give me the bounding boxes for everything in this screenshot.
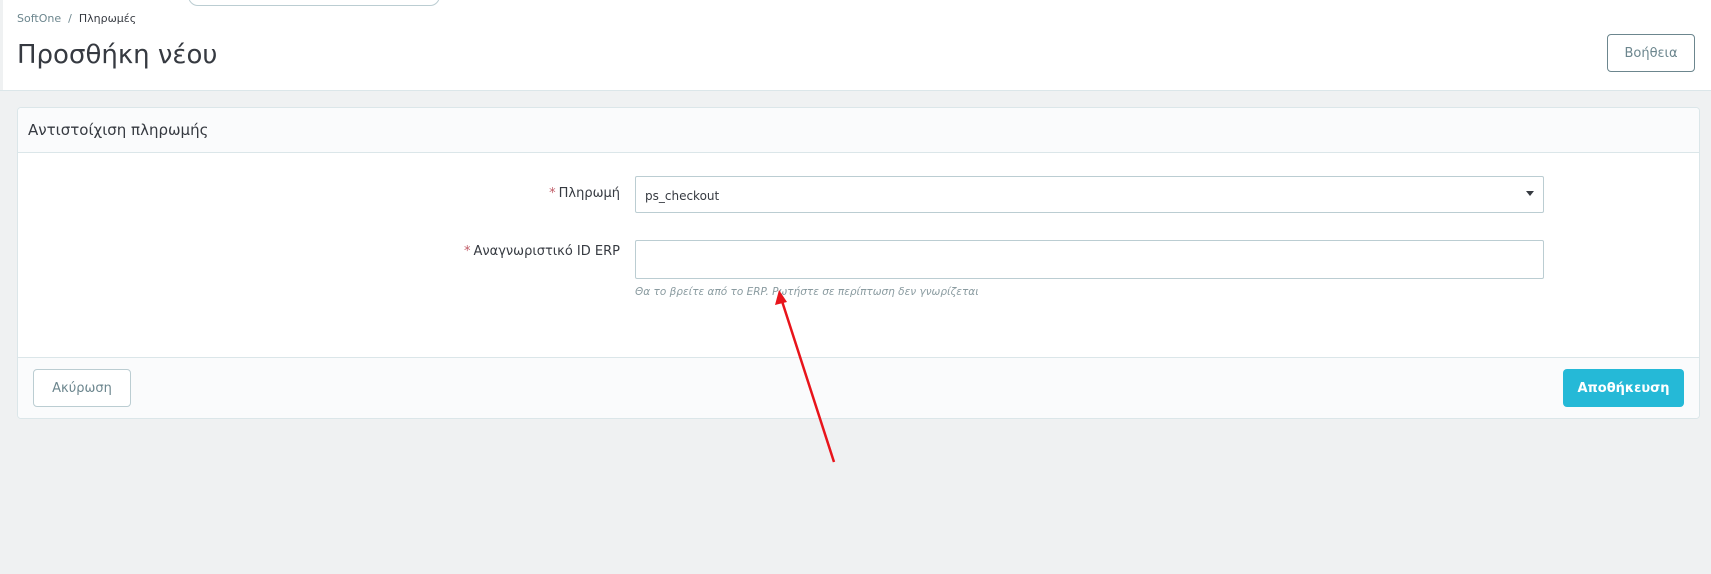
panel-footer: Ακύρωση Αποθήκευση: [18, 357, 1699, 418]
header-left-edge: [0, 0, 3, 90]
payment-mapping-panel: Αντιστοίχιση πληρωμής * Πληρωμή ps_checko…: [17, 107, 1700, 419]
page-header: SoftOne / Πληρωμές Προσθήκη νέου Βοήθεια: [0, 0, 1711, 91]
help-button[interactable]: Βοήθεια: [1607, 34, 1695, 72]
erp-id-input[interactable]: [635, 240, 1544, 279]
page-title: Προσθήκη νέου: [17, 40, 218, 70]
breadcrumb: SoftOne / Πληρωμές: [17, 12, 136, 25]
erp-id-hint: Θα το βρείτε από το ERP. Ρωτήστε σε περί…: [635, 286, 979, 298]
required-marker: *: [549, 186, 556, 201]
breadcrumb-current[interactable]: Πληρωμές: [79, 12, 136, 25]
caret-down-icon: [1526, 191, 1534, 196]
search-input[interactable]: [188, 0, 440, 6]
payment-select-value: ps_checkout: [645, 189, 720, 203]
breadcrumb-root[interactable]: SoftOne: [17, 12, 61, 25]
breadcrumb-separator: /: [68, 12, 72, 25]
panel-title: Αντιστοίχιση πληρωμής: [18, 108, 1699, 153]
erp-id-label: * Αναγνωριστικό ID ERP: [464, 244, 620, 259]
cancel-button[interactable]: Ακύρωση: [33, 369, 131, 407]
payment-select[interactable]: ps_checkout: [635, 176, 1544, 213]
save-button[interactable]: Αποθήκευση: [1563, 369, 1684, 407]
required-marker: *: [464, 244, 471, 259]
erp-id-label-text: Αναγνωριστικό ID ERP: [473, 244, 621, 259]
payment-label: * Πληρωμή: [549, 186, 620, 201]
payment-label-text: Πληρωμή: [558, 186, 620, 201]
